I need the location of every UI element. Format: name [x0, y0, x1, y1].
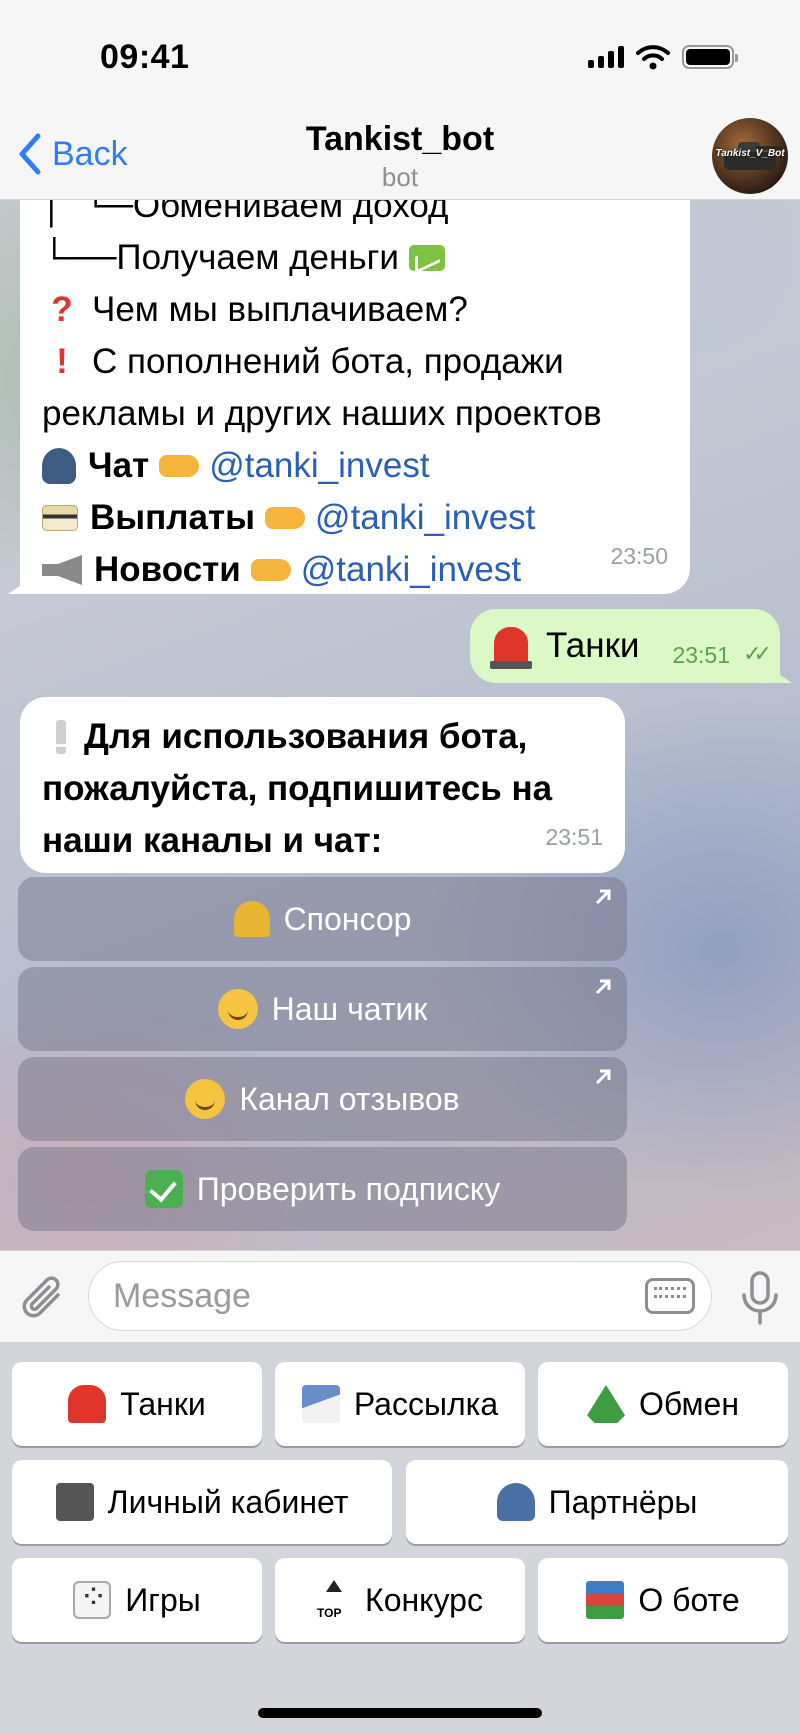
- message-input-bar: Message: [0, 1250, 800, 1342]
- credit-card-icon: [42, 505, 78, 531]
- computer-icon: [55, 1483, 94, 1521]
- pointing-hand-icon: [265, 507, 306, 529]
- books-icon: [586, 1581, 625, 1619]
- reply-keyboard: Танки Рассылка Обмен Личный кабинет Парт…: [0, 1342, 800, 1734]
- avatar-logo-text: Tankist_V_Bot: [715, 148, 785, 159]
- message-line: ? Чем мы выплачиваем?: [42, 284, 670, 336]
- chat-link[interactable]: @tanki_invest: [209, 440, 429, 492]
- user-icon: [42, 448, 76, 484]
- dice-icon: [73, 1577, 112, 1619]
- message-input[interactable]: Message: [88, 1261, 712, 1331]
- sponsor-button[interactable]: Спонсор: [18, 877, 627, 961]
- status-time: 09:41: [100, 38, 190, 76]
- pointing-hand-icon: [159, 455, 200, 477]
- message-time: 23:50: [610, 543, 668, 569]
- message-line: рекламы и других наших проектов: [42, 394, 602, 433]
- paperclip-icon[interactable]: [20, 1273, 66, 1323]
- message-line-news: Новости @tanki_invest: [42, 544, 670, 596]
- double-check-icon: ✓✓: [743, 641, 772, 666]
- pointing-hand-icon: [250, 559, 291, 581]
- keyboard-button-partners[interactable]: Партнёры: [406, 1460, 788, 1544]
- top-arrow-icon: [317, 1580, 351, 1620]
- keyboard-toggle-icon[interactable]: [645, 1278, 695, 1314]
- payouts-link[interactable]: @tanki_invest: [315, 492, 535, 544]
- keyboard-button-contest[interactable]: Конкурс: [275, 1558, 525, 1642]
- news-link[interactable]: @tanki_invest: [301, 544, 521, 596]
- home-indicator: [258, 1708, 542, 1718]
- megaphone-icon: [42, 555, 82, 585]
- battery-icon: [682, 45, 738, 69]
- external-link-icon: [595, 979, 611, 995]
- message-time: 23:51: [545, 824, 603, 850]
- external-link-icon: [595, 889, 611, 905]
- wifi-icon: [636, 45, 670, 70]
- hugging-face-icon: [217, 989, 258, 1029]
- siren-icon: [490, 627, 532, 669]
- message-bubble-subscribe: Для использования бота, пожалуйста, подп…: [20, 697, 625, 873]
- message-line-payouts: Выплаты @tanki_invest: [42, 492, 670, 544]
- keyboard-button-games[interactable]: Игры: [12, 1558, 262, 1642]
- message-line: └── Получаем деньги: [42, 232, 670, 284]
- keyboard-button-about[interactable]: О боте: [538, 1558, 788, 1642]
- siren-icon: [68, 1385, 107, 1423]
- chat-subtitle: bot: [381, 162, 419, 192]
- check-subscription-button[interactable]: Проверить подписку: [18, 1147, 627, 1231]
- people-icon: [496, 1483, 535, 1521]
- check-mark-icon: [144, 1170, 183, 1208]
- keyboard-button-tanks[interactable]: Танки: [12, 1362, 262, 1446]
- exclamation-icon: [56, 720, 66, 754]
- microphone-icon[interactable]: [740, 1271, 780, 1327]
- message-bubble-outgoing: Танки 23:51 ✓✓: [470, 609, 780, 683]
- message-line: ! С пополнений бота, продажи: [42, 336, 670, 388]
- message-bubble-info: │ └─ Обмениваем доход └── Получаем деньги …: [20, 150, 690, 594]
- avatar[interactable]: Tankist_V_Bot: [712, 118, 788, 194]
- message-line-chat: Чат @tanki_invest: [42, 440, 670, 492]
- message-time: 23:51: [672, 642, 730, 668]
- chart-increasing-icon: [408, 245, 445, 271]
- hugging-face-icon: [185, 1079, 226, 1119]
- keyboard-button-exchange[interactable]: Обмен: [538, 1362, 788, 1446]
- reviews-channel-button[interactable]: Канал отзывов: [18, 1057, 627, 1141]
- question-mark-icon: ?: [51, 290, 73, 329]
- bell-icon: [233, 901, 270, 937]
- status-bar: 09:41: [0, 0, 800, 110]
- our-chat-button[interactable]: Наш чатик: [18, 967, 627, 1051]
- cellular-signal-icon: [588, 46, 624, 68]
- external-link-icon: [595, 1069, 611, 1085]
- keyboard-button-cabinet[interactable]: Личный кабинет: [12, 1460, 392, 1544]
- recycle-icon: [587, 1385, 625, 1423]
- exclamation-icon: !: [56, 342, 68, 381]
- chat-header: Back Tankist_bot bot Tankist_V_Bot: [0, 110, 800, 200]
- envelope-icon: [301, 1385, 340, 1423]
- keyboard-button-mailing[interactable]: Рассылка: [275, 1362, 525, 1446]
- chat-title[interactable]: Tankist_bot: [0, 120, 800, 159]
